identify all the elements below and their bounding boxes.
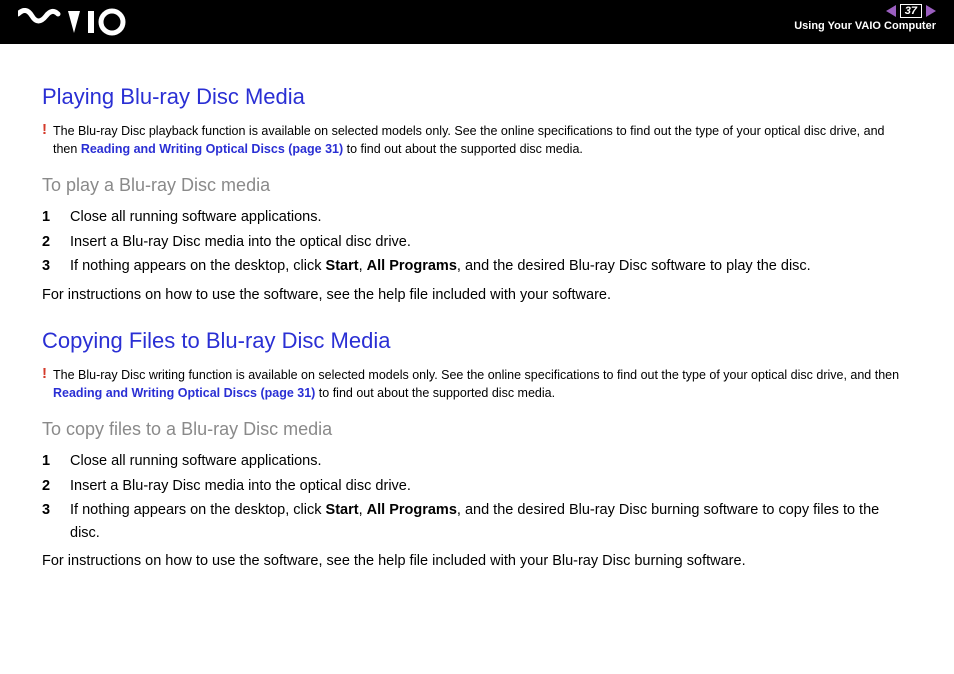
list-item: 2 Insert a Blu-ray Disc media into the op… <box>42 231 912 253</box>
list-item: 2 Insert a Blu-ray Disc media into the op… <box>42 475 912 497</box>
list-item: 3 If nothing appears on the desktop, clic… <box>42 255 912 277</box>
step-text: If nothing appears on the desktop, click… <box>70 255 811 277</box>
page-number: 37 <box>900 4 922 18</box>
step-number: 3 <box>42 499 56 544</box>
header-nav: 37 Using Your VAIO Computer <box>794 4 936 32</box>
page-content: Playing Blu-ray Disc Media ! The Blu-ray… <box>0 44 954 573</box>
list-item: 1 Close all running software applications… <box>42 450 912 472</box>
list-item: 3 If nothing appears on the desktop, clic… <box>42 499 912 544</box>
steps-copy: 1 Close all running software applications… <box>42 450 912 544</box>
step-text: If nothing appears on the desktop, click… <box>70 499 912 544</box>
warning-note-2: ! The Blu-ray Disc writing function is a… <box>42 366 912 402</box>
section-title-copying: Copying Files to Blu-ray Disc Media <box>42 324 912 358</box>
page-header: 37 Using Your VAIO Computer <box>0 0 954 44</box>
step-number: 1 <box>42 450 56 472</box>
next-page-icon[interactable] <box>926 5 936 17</box>
warning-note-1: ! The Blu-ray Disc playback function is … <box>42 122 912 158</box>
warn2-text: The Blu-ray Disc writing function is ava… <box>53 368 899 382</box>
step-number: 3 <box>42 255 56 277</box>
section-title-playing: Playing Blu-ray Disc Media <box>42 80 912 114</box>
step-text: Insert a Blu-ray Disc media into the opt… <box>70 231 411 253</box>
prev-page-icon[interactable] <box>886 5 896 17</box>
breadcrumb: Using Your VAIO Computer <box>794 20 936 32</box>
warn1-text-post: to find out about the supported disc med… <box>343 142 583 156</box>
vaio-logo <box>18 8 128 41</box>
warning-icon: ! <box>42 122 47 158</box>
step-text: Close all running software applications. <box>70 450 321 472</box>
note-copy: For instructions on how to use the softw… <box>42 550 912 572</box>
step-text: Close all running software applications. <box>70 206 321 228</box>
link-reading-writing-1[interactable]: Reading and Writing Optical Discs (page … <box>81 142 343 156</box>
step-text: Insert a Blu-ray Disc media into the opt… <box>70 475 411 497</box>
link-reading-writing-2[interactable]: Reading and Writing Optical Discs (page … <box>53 386 315 400</box>
step-number: 1 <box>42 206 56 228</box>
step-number: 2 <box>42 475 56 497</box>
list-item: 1 Close all running software applications… <box>42 206 912 228</box>
warn2-text-post: to find out about the supported disc med… <box>315 386 555 400</box>
subtitle-copy: To copy files to a Blu-ray Disc media <box>42 416 912 444</box>
note-play: For instructions on how to use the softw… <box>42 284 912 306</box>
warning-icon: ! <box>42 366 47 402</box>
step-number: 2 <box>42 231 56 253</box>
subtitle-play: To play a Blu-ray Disc media <box>42 172 912 200</box>
steps-play: 1 Close all running software applications… <box>42 206 912 277</box>
